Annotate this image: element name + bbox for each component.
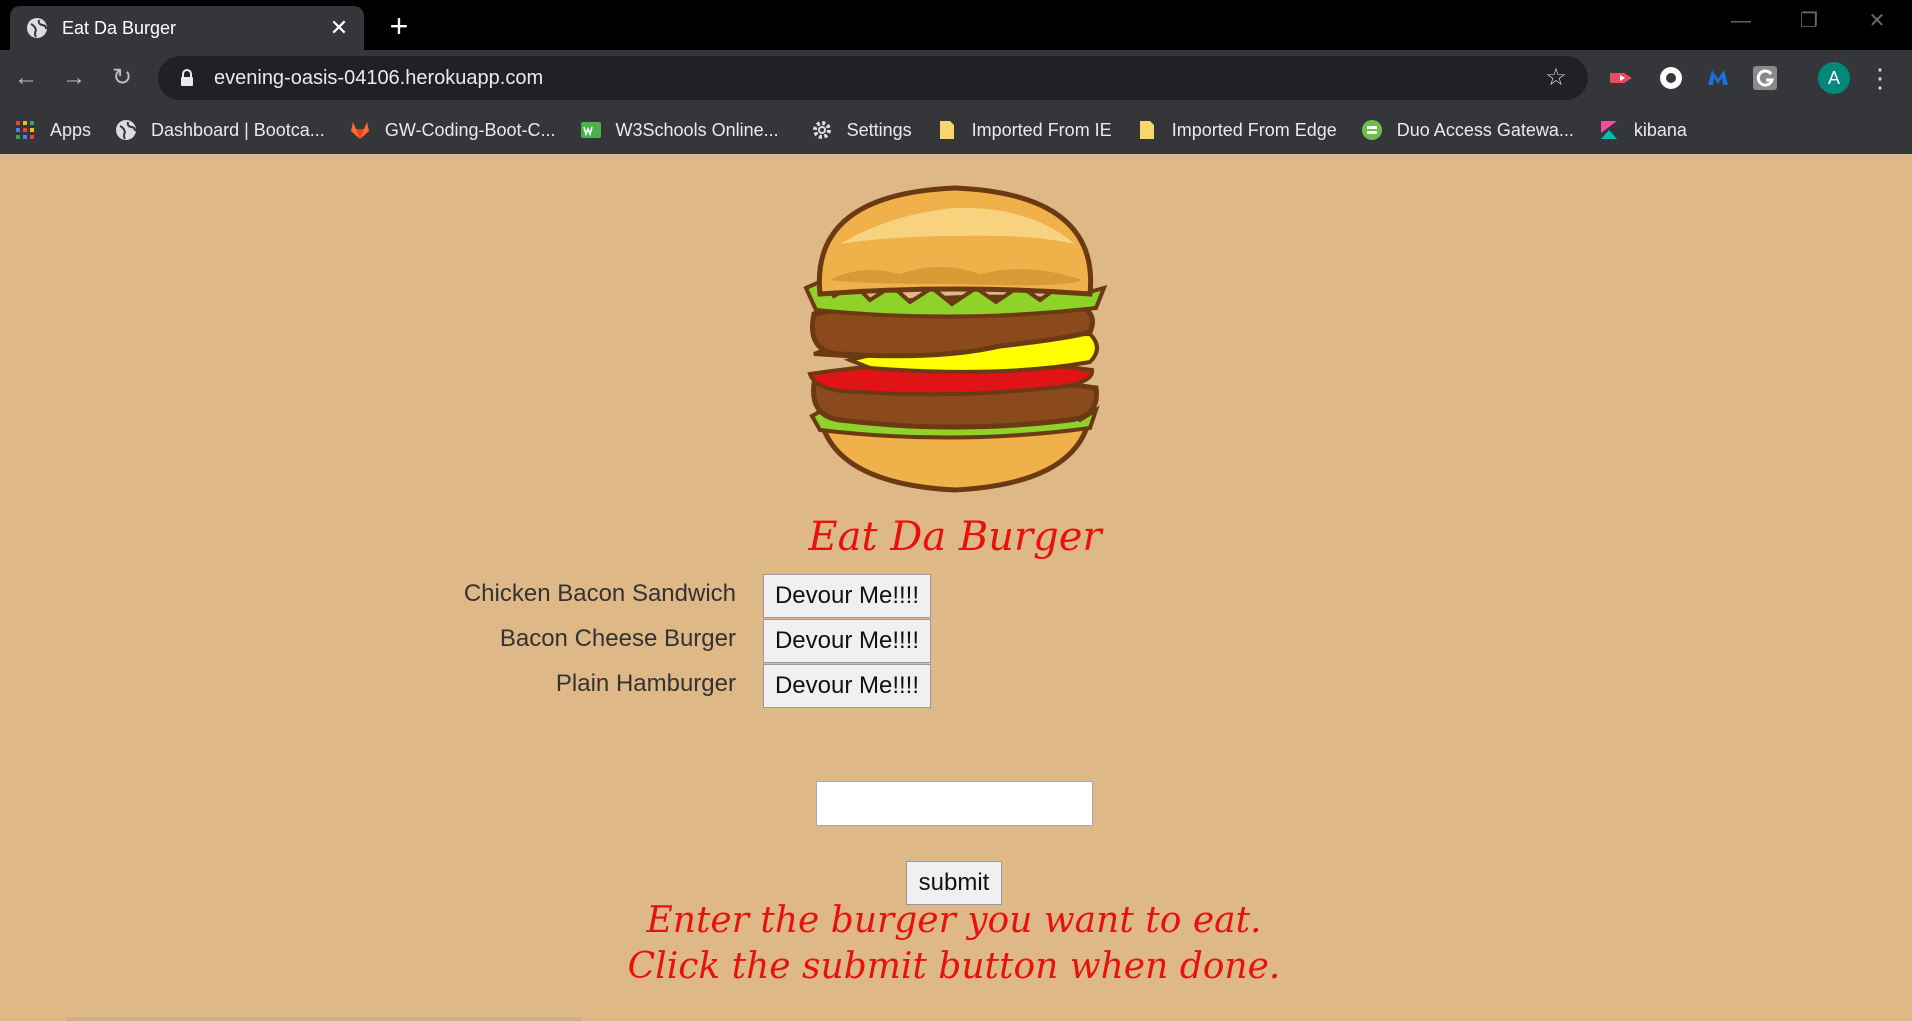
new-tab-icon[interactable]: + [382,10,416,44]
forward-arrow-icon[interactable]: → [58,62,90,94]
bookmark-label: Apps [50,119,92,140]
browser-menu-icon[interactable]: ⋮ [1866,62,1894,94]
horizontal-scrollbar[interactable] [66,1017,582,1021]
burger-row: Chicken Bacon Sandwich Devour Me!!!! [400,574,960,618]
reload-icon[interactable]: ↻ [106,62,138,94]
burger-row: Bacon Cheese Burger Devour Me!!!! [400,619,960,663]
bookmark-folder-ie[interactable]: Imported From IE [936,119,1112,141]
burger-name-input[interactable] [816,781,1093,826]
bookmark-label: Settings [846,119,912,140]
bookmark-label: Imported From Edge [1171,119,1337,140]
extension-red-icon[interactable] [1606,63,1636,93]
instructions-line-2: Click the submit button when done. [627,946,1281,987]
bookmark-dashboard[interactable]: Dashboard | Bootca... [115,119,325,141]
minimize-icon[interactable]: — [1716,4,1766,38]
bookmarks-bar: Apps Dashboard | Bootca... GW-Coding-Boo… [0,106,1912,154]
w3schools-icon [580,122,601,138]
devour-button[interactable]: Devour Me!!!! [763,574,931,618]
instructions-line-1: Enter the burger you want to eat. [646,900,1262,941]
duo-icon [1361,120,1382,140]
browser-toolbar: ← → ↻ evening-oasis-04106.herokuapp.com … [0,50,1912,106]
page-title: Eat Da Burger [808,514,1102,560]
bookmark-settings[interactable]: Settings [811,119,912,141]
instructions: Enter the burger you want to eat. Click … [600,898,1308,990]
profile-avatar[interactable]: A [1818,62,1850,94]
bookmark-label: GW-Coding-Boot-C... [384,119,556,140]
tab-title: Eat Da Burger [62,17,177,38]
bookmark-star-icon[interactable]: ☆ [1542,64,1570,92]
burger-row: Plain Hamburger Devour Me!!!! [400,664,960,708]
bookmark-label: Imported From IE [971,119,1112,140]
browser-tab[interactable]: Eat Da Burger ✕ [10,6,364,50]
bookmark-kibana[interactable]: kibana [1598,119,1687,141]
bookmark-duo[interactable]: Duo Access Gatewa... [1361,119,1574,141]
restore-icon[interactable]: ❐ [1784,4,1834,38]
burger-name: Bacon Cheese Burger [499,625,736,652]
globe-icon [116,120,137,140]
malwarebytes-icon[interactable] [1703,63,1733,93]
folder-icon [1139,121,1154,139]
folder-icon [939,121,954,139]
address-bar[interactable]: evening-oasis-04106.herokuapp.com ☆ [158,56,1588,100]
back-arrow-icon[interactable]: ← [10,62,42,94]
gitlab-icon [350,122,369,139]
window-close-icon[interactable]: ✕ [1852,4,1902,38]
bookmark-folder-edge[interactable]: Imported From Edge [1136,119,1337,141]
gear-icon [812,121,831,139]
bookmark-label: kibana [1633,119,1687,140]
bookmark-label: Dashboard | Bootca... [151,119,325,140]
close-tab-icon[interactable]: ✕ [324,13,354,43]
bookmark-w3schools[interactable]: W3Schools Online... [580,119,779,141]
burger-name: Plain Hamburger [555,670,736,697]
burger-name: Chicken Bacon Sandwich [463,580,736,607]
apps-grid-icon [16,121,34,139]
globe-icon [27,18,47,38]
devour-button[interactable]: Devour Me!!!! [763,664,931,708]
bookmark-label: Duo Access Gatewa... [1396,119,1574,140]
extension-recorder-icon[interactable] [1656,63,1686,93]
devour-button[interactable]: Devour Me!!!! [763,619,931,663]
burger-logo [803,185,1108,493]
tab-strip: Eat Da Burger ✕ + — ❐ ✕ [0,0,1912,50]
grammarly-icon[interactable] [1750,63,1780,93]
kibana-icon [1600,121,1617,139]
lock-icon [181,69,193,86]
bookmark-label: W3Schools Online... [615,119,779,140]
bookmark-apps[interactable]: Apps [14,119,91,141]
bookmark-gitlab[interactable]: GW-Coding-Boot-C... [349,119,556,141]
url-text: evening-oasis-04106.herokuapp.com [214,66,544,89]
